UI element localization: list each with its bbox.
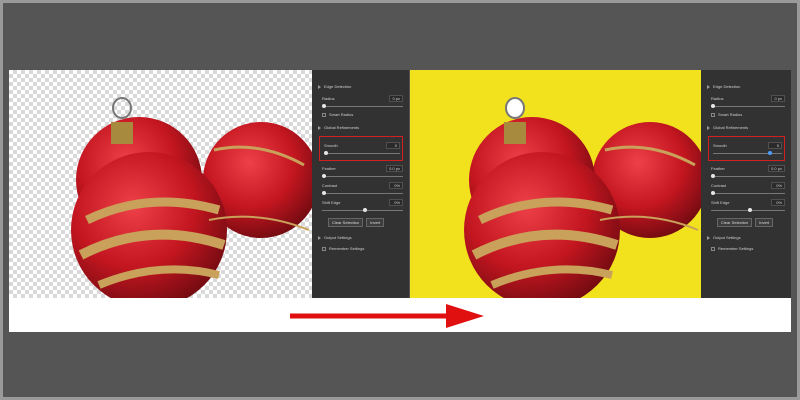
right-arrow-icon bbox=[290, 304, 484, 328]
